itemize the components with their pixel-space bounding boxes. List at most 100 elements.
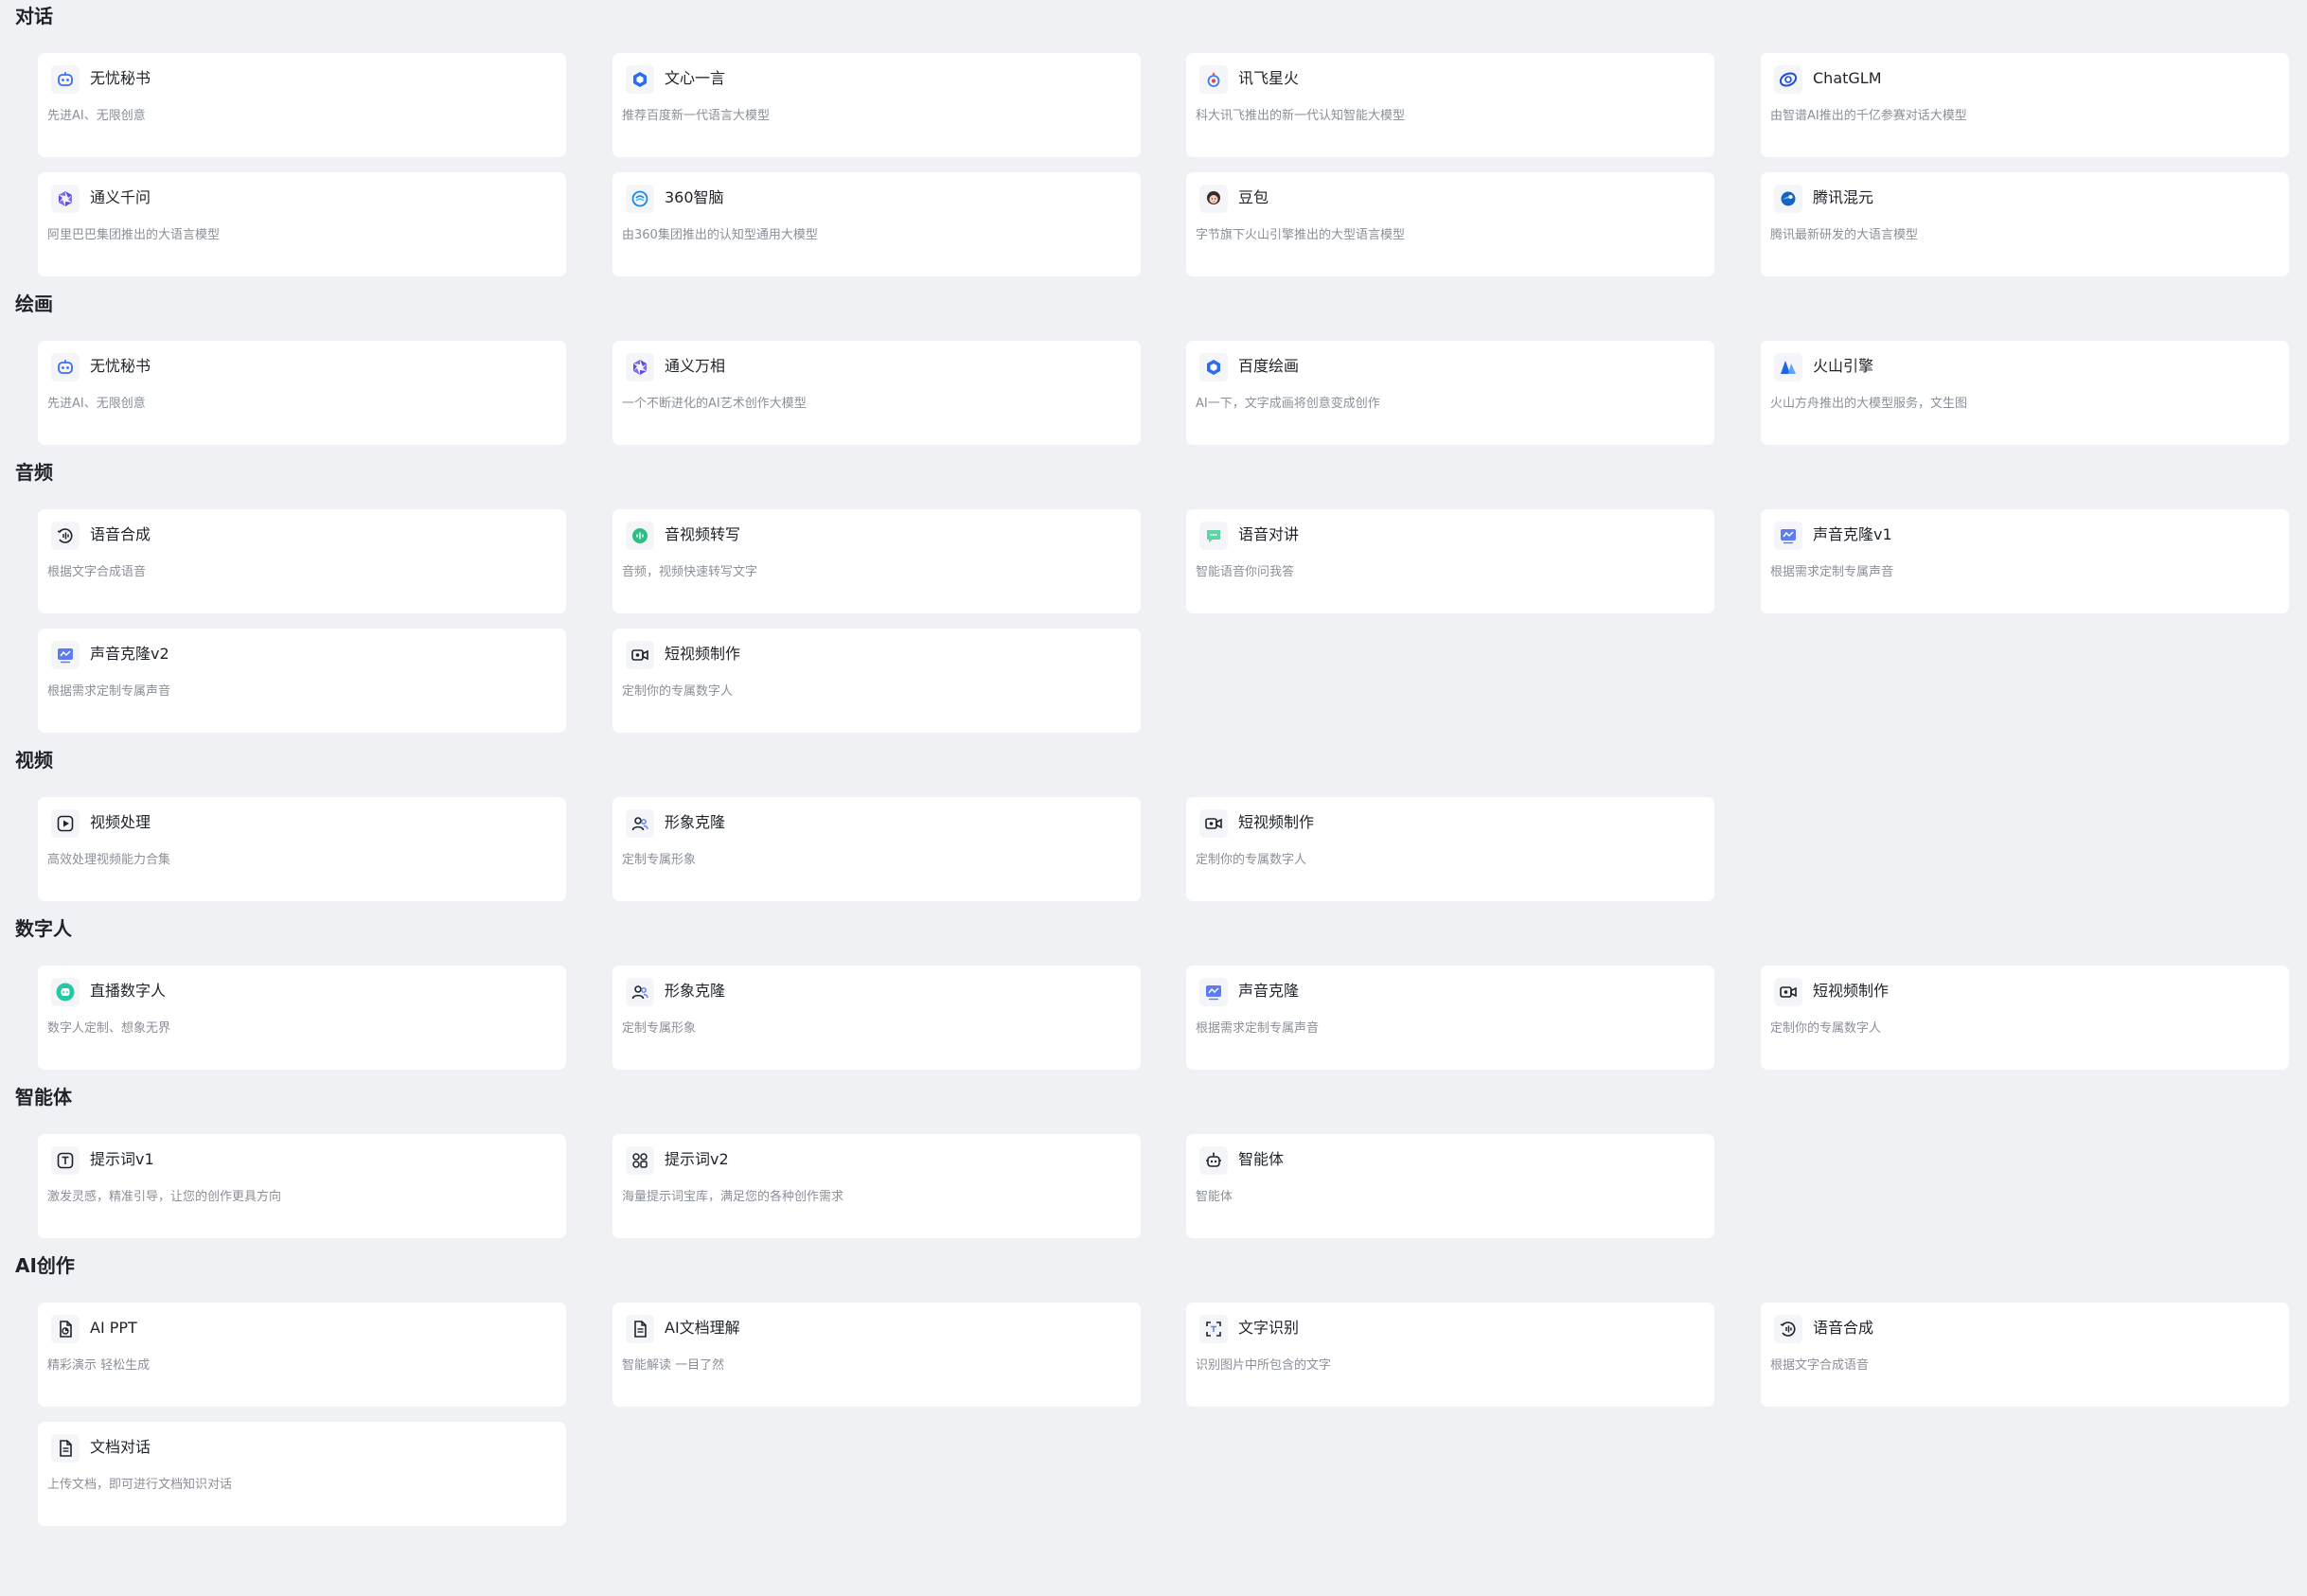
- app-card[interactable]: 文字识别 识别图片中所包含的文字: [1186, 1303, 1714, 1407]
- app-card-name: 短视频制作: [1813, 982, 1890, 1000]
- app-card-description: 由360集团推出的认知型通用大模型: [622, 228, 818, 242]
- voice-clone-icon: [1774, 522, 1802, 550]
- text-box-icon: [51, 1146, 80, 1175]
- play-square-icon: [51, 809, 80, 838]
- app-card-name: 无忧秘书: [90, 69, 151, 87]
- app-card-description: 智能解读 一目了然: [622, 1358, 725, 1373]
- robot-face-icon: [51, 65, 80, 94]
- app-card[interactable]: 语音合成根据文字合成语音: [38, 509, 566, 613]
- app-card[interactable]: 火山引擎 火山方舟推出的大模型服务，文生图: [1761, 341, 2289, 445]
- app-card[interactable]: 文档对话 上传文档，即可进行文档知识对话: [38, 1422, 566, 1526]
- app-card[interactable]: AI PPT 精彩演示 轻松生成: [38, 1303, 566, 1407]
- app-card-name: 语音合成: [90, 525, 151, 543]
- app-card-name: AI PPT: [90, 1319, 137, 1337]
- app-card-description: 腾讯最新研发的大语言模型: [1770, 228, 1919, 242]
- app-card-description: 音频，视频快速转写文字: [622, 565, 758, 579]
- app-card-description: 激发灵感，精准引导，让您的创作更具方向: [47, 1190, 282, 1204]
- app-card[interactable]: ChatGLM 由智谱AI推出的千亿参赛对话大模型: [1761, 53, 2289, 157]
- app-card[interactable]: 提示词v2 海量提示词宝库，满足您的各种创作需求: [612, 1134, 1141, 1238]
- mountain-icon: [1774, 353, 1802, 381]
- app-card[interactable]: 智能体 智能体: [1186, 1134, 1714, 1238]
- app-card-name: 豆包: [1238, 188, 1269, 206]
- app-card-description: 定制专属形象: [622, 853, 697, 867]
- app-card-name: AI文档理解: [665, 1319, 740, 1337]
- app-card[interactable]: 通义千问阿里巴巴集团推出的大语言模型: [38, 172, 566, 276]
- users-icon: [626, 809, 654, 838]
- doc-file-icon: [626, 1315, 654, 1343]
- app-card-description: 先进AI、无限创意: [47, 109, 146, 123]
- app-card-description: 阿里巴巴集团推出的大语言模型: [47, 228, 221, 242]
- app-card-description: 根据文字合成语音: [47, 565, 147, 579]
- chat-bubble-icon: [1199, 522, 1228, 550]
- app-card-name: 短视频制作: [1238, 813, 1315, 831]
- app-card-name: 通义千问: [90, 188, 151, 206]
- app-card-description: 定制你的专属数字人: [1770, 1021, 1882, 1036]
- app-card[interactable]: 无忧秘书先进AI、无限创意: [38, 53, 566, 157]
- app-card-description: AI一下，文字成画将创意变成创作: [1196, 397, 1380, 411]
- app-card[interactable]: 直播数字人 数字人定制、想象无界: [38, 966, 566, 1070]
- users-icon: [626, 978, 654, 1006]
- app-card[interactable]: 声音克隆v1 根据需求定制专属声音: [1761, 509, 2289, 613]
- app-card-name: 360智脑: [665, 188, 724, 206]
- app-card[interactable]: 文心一言 推荐百度新一代语言大模型: [612, 53, 1141, 157]
- app-card-name: 文心一言: [665, 69, 726, 87]
- app-card[interactable]: 豆包 字节旗下火山引擎推出的大型语言模型: [1186, 172, 1714, 276]
- section-title: 智能体: [15, 1086, 72, 1108]
- tongyi-icon: [626, 353, 654, 381]
- video-camera-icon: [1199, 809, 1228, 838]
- app-card-name: 无忧秘书: [90, 357, 151, 375]
- app-card[interactable]: 短视频制作 定制你的专属数字人: [1186, 797, 1714, 901]
- app-card[interactable]: 视频处理 高效处理视频能力合集: [38, 797, 566, 901]
- app-card[interactable]: 语音对讲 智能语音你问我答: [1186, 509, 1714, 613]
- brain-icon: [626, 185, 654, 213]
- app-card-name: 火山引擎: [1813, 357, 1874, 375]
- app-card-description: 智能体: [1196, 1190, 1233, 1204]
- app-card-name: 通义万相: [665, 357, 726, 375]
- app-card[interactable]: AI文档理解智能解读 一目了然: [612, 1303, 1141, 1407]
- spark-icon: [1199, 65, 1228, 94]
- hexagon-icon: [1199, 353, 1228, 381]
- section-title: 对话: [15, 5, 53, 27]
- app-card[interactable]: 短视频制作 定制你的专属数字人: [612, 629, 1141, 733]
- app-card-name: 声音克隆: [1238, 982, 1300, 1000]
- app-card[interactable]: 声音克隆 根据需求定制专属声音: [1186, 966, 1714, 1070]
- app-card[interactable]: 无忧秘书先进AI、无限创意: [38, 341, 566, 445]
- app-card-name: 讯飞星火: [1238, 69, 1300, 87]
- hexagon-icon: [626, 65, 654, 94]
- section-title: 音频: [15, 461, 53, 484]
- transcribe-icon: [626, 522, 654, 550]
- app-card-description: 数字人定制、想象无界: [47, 1021, 171, 1036]
- app-card-description: 海量提示词宝库，满足您的各种创作需求: [622, 1190, 844, 1204]
- robot-icon: [1199, 1146, 1228, 1175]
- video-camera-icon: [1774, 978, 1802, 1006]
- app-card-name: ChatGLM: [1813, 69, 1882, 87]
- app-card-name: 视频处理: [90, 813, 151, 831]
- app-card[interactable]: 腾讯混元 腾讯最新研发的大语言模型: [1761, 172, 2289, 276]
- app-card-name: 提示词v2: [665, 1150, 729, 1168]
- app-card-description: 根据文字合成语音: [1770, 1358, 1870, 1373]
- app-card[interactable]: 形象克隆 定制专属形象: [612, 797, 1141, 901]
- app-card[interactable]: 360智脑由360集团推出的认知型通用大模型: [612, 172, 1141, 276]
- section-title: 绘画: [15, 293, 53, 315]
- voice-synth-icon: [51, 522, 80, 550]
- app-card[interactable]: 百度绘画 AI一下，文字成画将创意变成创作: [1186, 341, 1714, 445]
- app-card[interactable]: 短视频制作定制你的专属数字人: [1761, 966, 2289, 1070]
- app-card-description: 精彩演示 轻松生成: [47, 1358, 151, 1373]
- app-card[interactable]: 形象克隆 定制专属形象: [612, 966, 1141, 1070]
- live-avatar-icon: [51, 978, 80, 1006]
- app-card-description: 上传文档，即可进行文档知识对话: [47, 1478, 233, 1492]
- app-card[interactable]: 通义万相一个不断进化的AI艺术创作大模型: [612, 341, 1141, 445]
- voice-clone-icon: [51, 641, 80, 669]
- app-card-name: 智能体: [1238, 1150, 1285, 1168]
- app-card[interactable]: 声音克隆v2 根据需求定制专属声音: [38, 629, 566, 733]
- app-card-description: 一个不断进化的AI艺术创作大模型: [622, 397, 807, 411]
- app-card[interactable]: 提示词v1 激发灵感，精准引导，让您的创作更具方向: [38, 1134, 566, 1238]
- app-card-name: 声音克隆v2: [90, 645, 169, 663]
- app-card-description: 识别图片中所包含的文字: [1196, 1358, 1332, 1373]
- app-card-description: 先进AI、无限创意: [47, 397, 146, 411]
- grid-apps-icon: [626, 1146, 654, 1175]
- app-card[interactable]: 讯飞星火 科大讯飞推出的新一代认知智能大模型: [1186, 53, 1714, 157]
- doc-file-icon: [51, 1434, 80, 1463]
- app-card[interactable]: 音视频转写 音频，视频快速转写文字: [612, 509, 1141, 613]
- app-card[interactable]: 语音合成 根据文字合成语音: [1761, 1303, 2289, 1407]
